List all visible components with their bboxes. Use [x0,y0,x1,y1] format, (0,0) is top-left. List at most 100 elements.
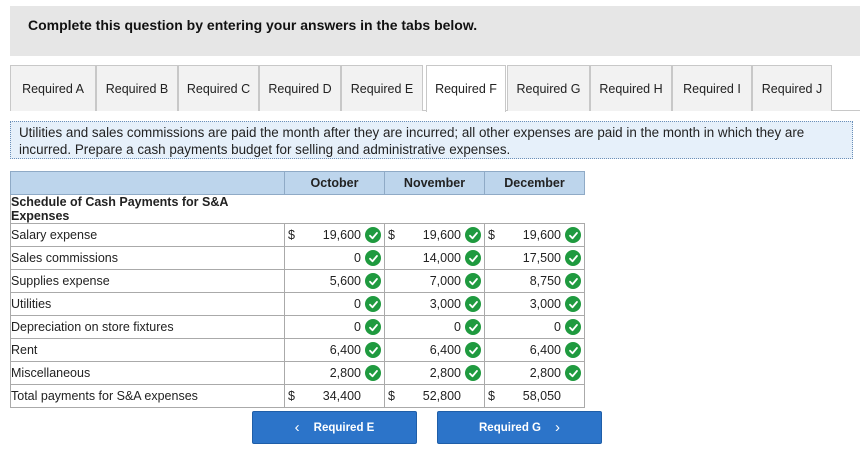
amount-cell-december[interactable]: 2,800 [484,361,585,385]
check-icon [565,365,581,381]
tab-bar: Required A Required B Required C Require… [10,65,860,112]
table-row: Utilities 0 3,000 3,000 [10,292,585,316]
table-row: Salary expense $19,600 $19,600 $19,600 [10,223,585,247]
amount-value: 2,800 [329,366,361,380]
amount-value: 17,500 [522,251,561,265]
month-header-november: November [384,171,485,195]
row-label: Salary expense [10,223,285,247]
amount-value: 3,000 [529,297,561,311]
amount-cell-november[interactable]: 7,000 [384,269,485,293]
amount-cell-october[interactable]: 5,600 [284,269,385,293]
row-label: Depreciation on store fixtures [10,315,285,339]
amount-cell-november[interactable]: 0 [384,315,485,339]
amount-value: 2,800 [529,366,561,380]
amount-value: 19,600 [422,228,461,242]
table-row: Sales commissions 0 14,000 17,500 [10,246,585,270]
amount-cell-november[interactable]: 3,000 [384,292,485,316]
amount-cell-november[interactable]: $19,600 [384,223,485,247]
amount-value: 6,400 [329,343,361,357]
dollar-sign: $ [388,389,395,403]
chevron-left-icon: ‹ [294,419,300,436]
amount-cell-december[interactable]: 17,500 [484,246,585,270]
check-icon [565,296,581,312]
check-icon [365,227,381,243]
amount-value: 34,400 [322,389,361,403]
check-icon [365,319,381,335]
amount-value: 2,800 [429,366,461,380]
amount-cell-october[interactable]: 0 [284,292,385,316]
month-header-december: December [484,171,585,195]
amount-cell-december[interactable]: 3,000 [484,292,585,316]
amount-value: 14,000 [422,251,461,265]
month-header-october: October [284,171,385,195]
amount-value: 6,400 [429,343,461,357]
table-row: Supplies expense 5,600 7,000 8,750 [10,269,585,293]
amount-cell-december[interactable]: 8,750 [484,269,585,293]
amount-value: 6,400 [529,343,561,357]
tab-required-c[interactable]: Required C [178,65,259,111]
table-row: Rent 6,400 6,400 6,400 [10,338,585,362]
check-icon [465,319,481,335]
amount-cell-november[interactable]: 14,000 [384,246,485,270]
tab-required-f[interactable]: Required F [426,65,506,112]
check-icon [565,227,581,243]
amount-cell-november[interactable]: $52,800 [384,384,485,408]
table-row: Depreciation on store fixtures 0 0 0 [10,315,585,339]
check-icon [465,342,481,358]
table-header-blank [10,171,285,195]
tab-required-i[interactable]: Required I [672,65,752,111]
tab-required-a[interactable]: Required A [10,65,96,111]
tab-required-e[interactable]: Required E [341,65,423,111]
amount-cell-december[interactable]: 6,400 [484,338,585,362]
dollar-sign: $ [388,228,395,242]
amount-cell-october[interactable]: $34,400 [284,384,385,408]
amount-cell-december[interactable]: 0 [484,315,585,339]
tab-required-h[interactable]: Required H [590,65,672,111]
check-icon [365,342,381,358]
tab-required-d[interactable]: Required D [259,65,341,111]
amount-value: 0 [554,320,561,334]
amount-cell-november[interactable]: 2,800 [384,361,485,385]
tab-required-g[interactable]: Required G [507,65,590,111]
amount-cell-october[interactable]: $19,600 [284,223,385,247]
check-icon [465,296,481,312]
cash-payments-table: October November December Schedule of Ca… [10,171,585,408]
amount-cell-december[interactable]: $58,050 [484,384,585,408]
check-icon [365,296,381,312]
amount-value: 0 [454,320,461,334]
schedule-title-row: Schedule of Cash Payments for S&A Expens… [10,194,585,224]
check-icon [465,273,481,289]
amount-cell-december[interactable]: $19,600 [484,223,585,247]
next-required-g-button[interactable]: Required G › [437,411,602,444]
amount-cell-october[interactable]: 2,800 [284,361,385,385]
row-label: Rent [10,338,285,362]
amount-cell-october[interactable]: 0 [284,315,385,339]
check-icon [465,365,481,381]
dollar-sign: $ [288,228,295,242]
dollar-sign: $ [488,389,495,403]
amount-value: 0 [354,251,361,265]
amount-value: 7,000 [429,274,461,288]
next-button-label: Required G [479,421,541,434]
dollar-sign: $ [488,228,495,242]
dollar-sign: $ [288,389,295,403]
row-label: Sales commissions [10,246,285,270]
schedule-title: Schedule of Cash Payments for S&A Expens… [10,194,285,224]
amount-cell-october[interactable]: 0 [284,246,385,270]
prev-required-e-button[interactable]: ‹ Required E [252,411,417,444]
amount-cell-october[interactable]: 6,400 [284,338,385,362]
check-icon [565,319,581,335]
check-icon [565,342,581,358]
tab-required-j[interactable]: Required J [752,65,832,111]
row-label: Utilities [10,292,285,316]
tab-required-b[interactable]: Required B [96,65,178,111]
amount-value: 58,050 [522,389,561,403]
check-icon [565,250,581,266]
check-icon [365,273,381,289]
instructions-text: Utilities and sales commissions are paid… [19,125,805,157]
amount-cell-november[interactable]: 6,400 [384,338,485,362]
row-label: Miscellaneous [10,361,285,385]
amount-value: 52,800 [422,389,461,403]
table-header-row: October November December [10,171,585,195]
amount-value: 19,600 [322,228,361,242]
